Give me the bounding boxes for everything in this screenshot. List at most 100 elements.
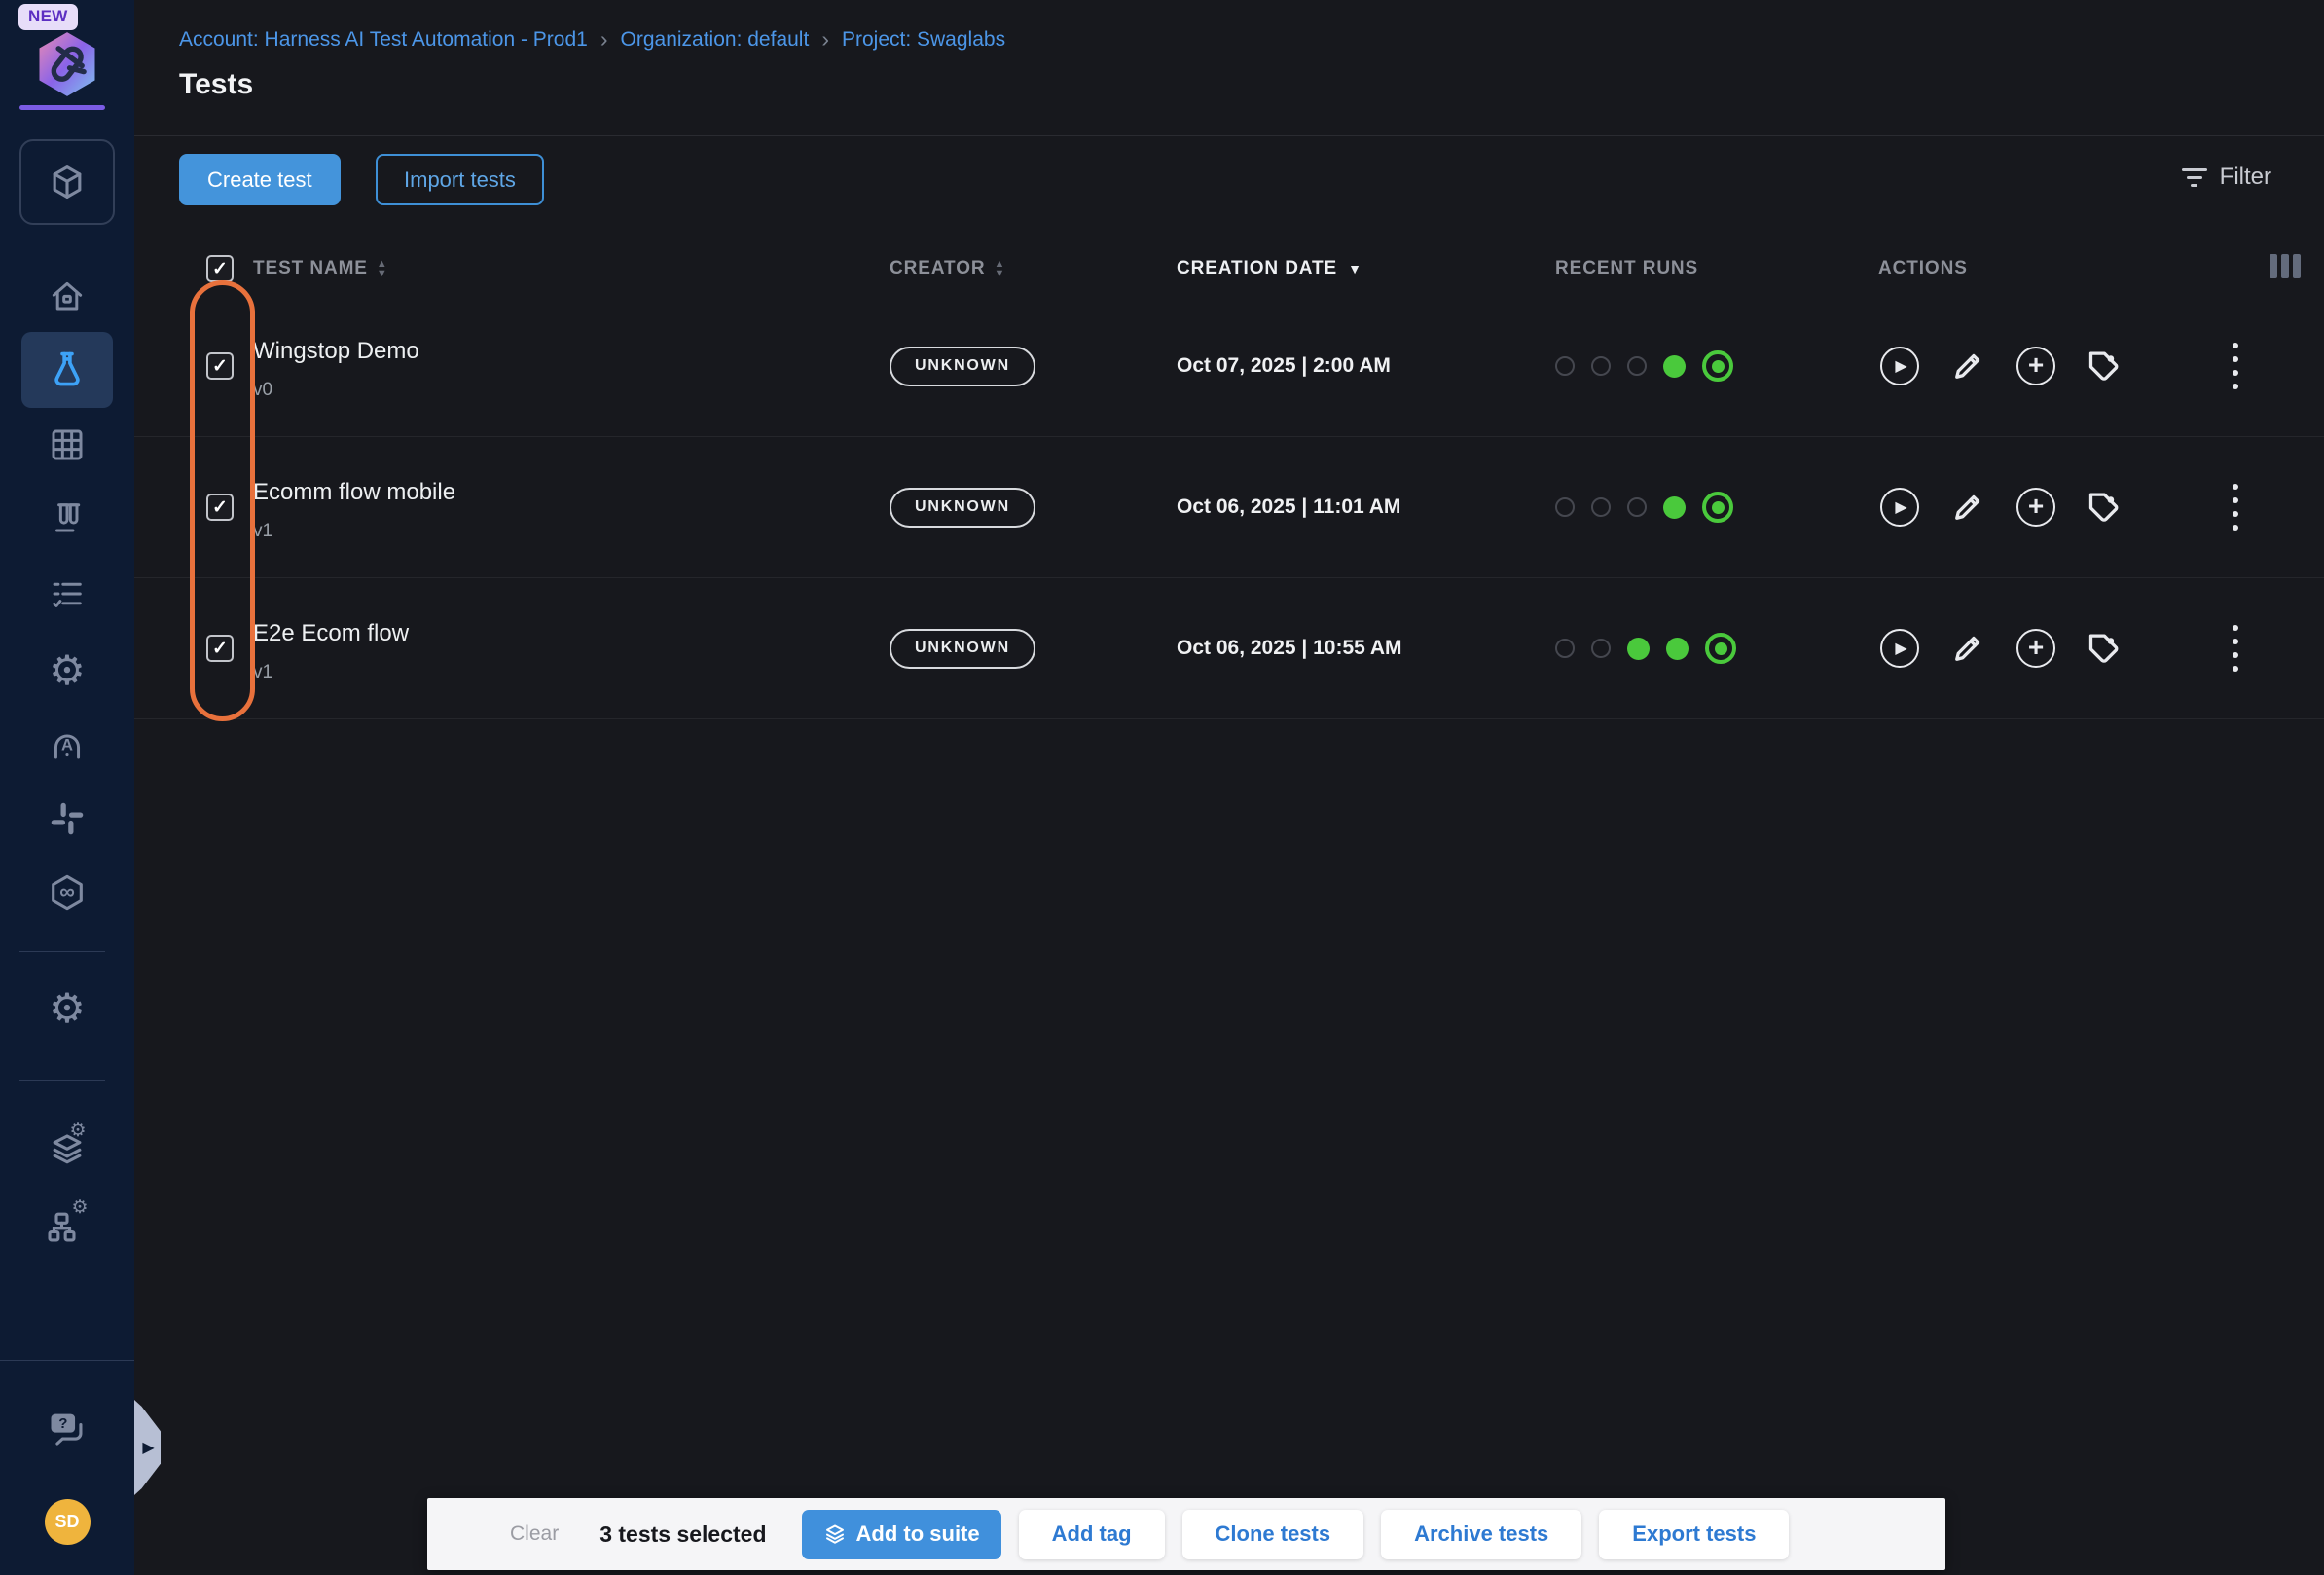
run-dot-filled bbox=[1663, 355, 1686, 378]
tag-button[interactable] bbox=[2083, 627, 2125, 670]
add-to-suite-button[interactable]: + bbox=[2015, 486, 2057, 529]
sidebar-item-pipelines[interactable]: ∞ bbox=[0, 871, 134, 914]
table-row[interactable]: ✓ Ecomm flow mobile v1 UNKNOWN Oct 06, 2… bbox=[134, 437, 2324, 578]
row-checkbox[interactable]: ✓ bbox=[206, 635, 234, 662]
module-cube-icon bbox=[46, 161, 89, 203]
table-row[interactable]: ✓ Wingstop Demo v0 UNKNOWN Oct 07, 2025 … bbox=[134, 296, 2324, 437]
toolbar: Create test Import tests Filter bbox=[134, 146, 2324, 214]
grid-icon bbox=[47, 424, 88, 465]
infinity-glyph: ∞ bbox=[59, 879, 75, 904]
run-dot-ringed bbox=[1702, 492, 1733, 523]
breadcrumb-organization[interactable]: Organization: default bbox=[621, 28, 810, 52]
sidebar-item-project-settings[interactable]: ⚙ bbox=[0, 988, 134, 1029]
check-icon: ✓ bbox=[212, 498, 228, 517]
clear-selection-button[interactable]: Clear bbox=[510, 1522, 559, 1546]
sort-arrows-icon: ▲▼ bbox=[995, 259, 1006, 278]
sidebar-item-hierarchy-settings[interactable]: ⚙ bbox=[0, 1205, 134, 1248]
pencil-icon bbox=[1950, 490, 1985, 525]
pencil-icon bbox=[1950, 348, 1985, 384]
breadcrumb-project[interactable]: Project: Swaglabs bbox=[842, 28, 1005, 52]
run-dot-empty bbox=[1555, 356, 1575, 376]
sidebar-item-settings[interactable]: ⚙ bbox=[0, 650, 134, 691]
run-dot-empty bbox=[1555, 639, 1575, 658]
edit-test-button[interactable] bbox=[1946, 345, 1989, 387]
tag-button[interactable] bbox=[2083, 486, 2125, 529]
run-dot-empty bbox=[1627, 497, 1647, 517]
test-name[interactable]: Ecomm flow mobile bbox=[253, 479, 890, 506]
module-switcher[interactable] bbox=[19, 139, 115, 225]
sidebar-item-integrations[interactable] bbox=[0, 798, 134, 839]
avatar[interactable]: SD bbox=[45, 1499, 91, 1545]
sidebar-item-tests-active[interactable] bbox=[21, 332, 113, 408]
column-settings-icon[interactable] bbox=[2270, 254, 2301, 278]
sidebar-item-home[interactable] bbox=[0, 275, 134, 316]
edit-test-button[interactable] bbox=[1946, 486, 1989, 529]
breadcrumb-account[interactable]: Account: Harness AI Test Automation - Pr… bbox=[179, 28, 588, 52]
sidebar-item-help[interactable]: ? bbox=[0, 1408, 134, 1450]
row-checkbox[interactable]: ✓ bbox=[206, 494, 234, 521]
selected-count-label: 3 tests selected bbox=[599, 1521, 766, 1548]
row-checkbox[interactable]: ✓ bbox=[206, 352, 234, 380]
sidebar-divider bbox=[19, 1080, 105, 1081]
edit-test-button[interactable] bbox=[1946, 627, 1989, 670]
pencil-icon bbox=[1950, 631, 1985, 666]
sidebar-item-test-tubes[interactable] bbox=[0, 497, 134, 538]
export-tests-button[interactable]: Export tests bbox=[1599, 1510, 1789, 1559]
row-actions: ▶ + bbox=[1878, 345, 2213, 387]
create-test-button[interactable]: Create test bbox=[179, 154, 341, 205]
creator-badge: UNKNOWN bbox=[890, 629, 1035, 669]
add-to-suite-button[interactable]: + bbox=[2015, 345, 2057, 387]
more-actions-button[interactable] bbox=[2227, 619, 2324, 678]
add-tag-button[interactable]: Add tag bbox=[1019, 1510, 1165, 1559]
tag-icon bbox=[2087, 490, 2122, 525]
breadcrumb-separator: › bbox=[600, 26, 608, 53]
play-icon: ▶ bbox=[1895, 639, 1906, 658]
import-tests-button[interactable]: Import tests bbox=[376, 154, 544, 205]
column-header-test-name[interactable]: TEST NAME ▲▼ bbox=[253, 258, 890, 279]
run-test-button[interactable]: ▶ bbox=[1878, 627, 1921, 670]
test-version: v1 bbox=[253, 521, 890, 542]
row-actions: ▶ + bbox=[1878, 486, 2213, 529]
column-header-creator[interactable]: CREATOR ▲▼ bbox=[890, 258, 1177, 279]
column-header-creation-date[interactable]: CREATION DATE ▼ bbox=[1177, 258, 1555, 279]
sidebar-item-agent[interactable]: A bbox=[0, 723, 134, 764]
run-dot-empty bbox=[1627, 356, 1647, 376]
test-version: v1 bbox=[253, 662, 890, 683]
test-name[interactable]: Wingstop Demo bbox=[253, 338, 890, 365]
column-header-actions: ACTIONS bbox=[1878, 258, 2213, 279]
tag-button[interactable] bbox=[2083, 345, 2125, 387]
run-dot-empty bbox=[1591, 639, 1611, 658]
creation-date: Oct 07, 2025 | 2:00 AM bbox=[1177, 354, 1555, 378]
gear-icon: ⚙ bbox=[69, 1121, 86, 1140]
select-all-checkbox[interactable]: ✓ bbox=[206, 255, 234, 282]
run-test-button[interactable]: ▶ bbox=[1878, 486, 1921, 529]
sidebar-item-checklist[interactable] bbox=[0, 573, 134, 614]
run-test-button[interactable]: ▶ bbox=[1878, 345, 1921, 387]
checklist-icon bbox=[47, 573, 88, 614]
harness-logo[interactable] bbox=[0, 27, 134, 101]
filter-button[interactable]: Filter bbox=[2182, 164, 2271, 191]
test-name[interactable]: E2e Ecom flow bbox=[253, 620, 890, 647]
play-icon: ▶ bbox=[1895, 497, 1906, 517]
recent-runs bbox=[1555, 633, 1878, 664]
plus-icon: + bbox=[2028, 351, 2044, 379]
add-to-suite-bulk-button[interactable]: Add to suite bbox=[802, 1510, 1001, 1559]
archive-tests-button[interactable]: Archive tests bbox=[1381, 1510, 1581, 1559]
creator-badge: UNKNOWN bbox=[890, 347, 1035, 386]
harness-logo-icon bbox=[30, 27, 104, 101]
sidebar-item-layers-settings[interactable]: ⚙ bbox=[0, 1125, 134, 1168]
run-dot-filled bbox=[1663, 496, 1686, 519]
more-actions-button[interactable] bbox=[2227, 478, 2324, 536]
test-version: v0 bbox=[253, 380, 890, 401]
tests-page: { "sidebar": { "new_badge": "NEW", "avat… bbox=[0, 0, 2324, 1575]
check-icon: ✓ bbox=[212, 260, 228, 278]
table-row[interactable]: ✓ E2e Ecom flow v1 UNKNOWN Oct 06, 2025 … bbox=[134, 578, 2324, 719]
flask-icon bbox=[45, 348, 90, 392]
add-to-suite-button[interactable]: + bbox=[2015, 627, 2057, 670]
more-actions-button[interactable] bbox=[2227, 337, 2324, 395]
plus-icon: + bbox=[2028, 634, 2044, 661]
sidebar-item-grid[interactable] bbox=[0, 424, 134, 465]
clone-tests-button[interactable]: Clone tests bbox=[1182, 1510, 1364, 1559]
run-dot-empty bbox=[1591, 497, 1611, 517]
svg-text:A: A bbox=[61, 735, 73, 753]
